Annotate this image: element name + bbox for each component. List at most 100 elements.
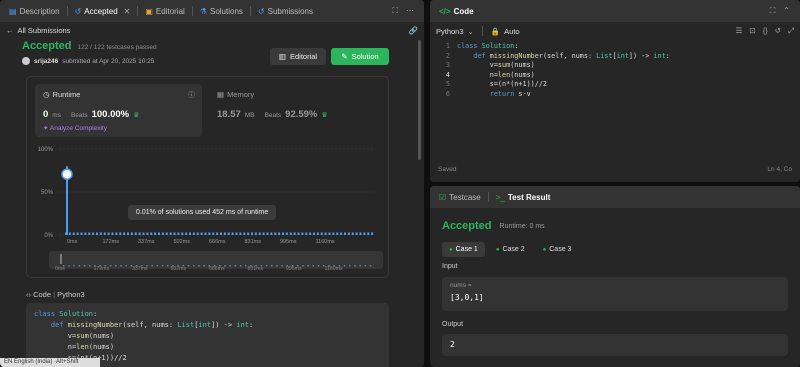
chart-bar xyxy=(223,232,226,235)
chart-bar xyxy=(196,232,199,235)
chart-bar xyxy=(76,232,79,235)
chart-marker xyxy=(61,168,73,180)
y-tick-label: 50% xyxy=(41,190,54,196)
chart-bar xyxy=(239,232,242,235)
chart-bar xyxy=(158,232,160,235)
history-icon: ↺ xyxy=(257,6,265,16)
mini-bar xyxy=(125,265,127,267)
username[interactable]: srija246 xyxy=(34,58,58,65)
mini-bar xyxy=(349,265,351,267)
medal-icon: ♛ xyxy=(133,112,140,119)
test-runtime: Runtime: 0 ms xyxy=(499,222,545,230)
chart-bar xyxy=(84,232,87,235)
more-icon[interactable]: ⋯ xyxy=(406,6,414,16)
mini-bar xyxy=(369,265,372,267)
tab-test-result[interactable]: >_ Test Result xyxy=(491,186,556,208)
case-tab-1[interactable]: ● Case 1 xyxy=(442,242,485,257)
tab-submissions[interactable]: ↺ Submissions xyxy=(253,0,318,22)
chart-bar xyxy=(328,232,331,235)
chevron-down-icon: ⌄ xyxy=(467,26,474,36)
test-status: Accepted xyxy=(442,220,492,232)
scrollbar[interactable] xyxy=(418,40,421,160)
chart-bar xyxy=(192,232,195,235)
chart-bar xyxy=(111,232,114,235)
tab-code[interactable]: </> Code xyxy=(434,0,479,22)
y-tick-label: 0% xyxy=(44,233,53,239)
mode-label[interactable]: Auto xyxy=(504,27,519,36)
case-tab-3[interactable]: ● Case 3 xyxy=(536,242,579,257)
line-number: 3 xyxy=(445,61,450,69)
mini-bar xyxy=(89,265,91,267)
chart-bar xyxy=(169,232,172,235)
note-icon[interactable]: ☰ xyxy=(736,26,743,36)
mini-bar xyxy=(354,265,356,267)
editorial-button[interactable]: ▥ Editorial xyxy=(270,48,326,65)
chart-bar xyxy=(119,232,122,235)
format-icon[interactable]: {} xyxy=(763,26,768,36)
chart-bar xyxy=(363,232,366,235)
bookmark-icon[interactable]: ⊡ xyxy=(749,26,755,36)
chart-bar xyxy=(165,232,168,235)
editorial-icon: ▣ xyxy=(145,6,153,16)
output-label: Output xyxy=(442,321,464,328)
lock-icon: 🔒 xyxy=(490,26,501,36)
chart-bar xyxy=(351,232,354,235)
tab-testcase[interactable]: ☑ Testcase xyxy=(434,186,486,208)
analyze-complexity-link[interactable]: ✦ Analyze Complexity xyxy=(43,124,194,132)
chart-bar xyxy=(88,232,91,235)
code-editor[interactable]: 1 2 3 4 5 6 class Solution: def missingN… xyxy=(430,38,800,158)
back-arrow-icon[interactable]: ← xyxy=(6,26,14,35)
memory-box[interactable]: ▦ Memory 18.57 MB Beats 92.59% ♛ xyxy=(217,90,377,135)
mini-bar xyxy=(271,265,273,267)
output-box: 2 xyxy=(442,334,788,356)
line-number: 2 xyxy=(445,51,450,60)
chart-bar xyxy=(72,232,75,235)
maximize-icon[interactable]: ⛶ xyxy=(770,6,776,16)
close-icon[interactable]: ✕ xyxy=(124,7,131,16)
tab-accepted[interactable]: ↺ Accepted ✕ xyxy=(70,0,136,22)
editor-tools: ⛶ ⌃ xyxy=(770,6,796,16)
description-icon: ▤ xyxy=(9,6,17,16)
language-select[interactable]: Python3 xyxy=(436,27,464,36)
mini-bar xyxy=(276,265,278,267)
chart-bar xyxy=(220,232,222,235)
runtime-beats: 100.00% xyxy=(91,109,130,120)
chart-bar xyxy=(282,232,284,235)
mini-bar xyxy=(156,265,159,267)
collapse-icon[interactable]: ⌃ xyxy=(783,6,790,16)
mini-bar xyxy=(343,265,346,267)
solution-button[interactable]: ✎ Solution xyxy=(331,48,389,65)
case-tab-2[interactable]: ● Case 2 xyxy=(489,242,532,257)
fullscreen-icon[interactable]: ⤢ xyxy=(788,26,794,36)
tab-editorial[interactable]: ▣ Editorial xyxy=(140,0,189,22)
chart-bar xyxy=(324,232,327,235)
input-value: [3,0,1] xyxy=(450,293,484,302)
avatar[interactable] xyxy=(22,57,30,65)
info-icon[interactable]: ⓘ xyxy=(188,90,195,100)
chart-bar xyxy=(227,232,230,235)
mini-bar xyxy=(245,265,247,267)
line-number: 5 xyxy=(445,80,450,88)
maximize-icon[interactable]: ⛶ xyxy=(392,6,398,16)
tab-solutions[interactable]: ⚗ Solutions xyxy=(195,0,248,22)
editor-tabbar: </> Code ⛶ ⌃ xyxy=(430,0,800,22)
mini-bar xyxy=(120,265,122,267)
chart-bar xyxy=(293,232,296,235)
code-line: s=(n*(n+1))//2 xyxy=(457,80,548,88)
mini-bar xyxy=(312,265,315,267)
chart-bar xyxy=(316,232,319,235)
link-icon[interactable]: 🔗 xyxy=(409,26,418,35)
chart-bar xyxy=(181,232,184,235)
x-tick-label: 502ms xyxy=(174,239,191,245)
x-tick-label: 1160ms xyxy=(316,239,335,245)
tab-description[interactable]: ▤ Description xyxy=(4,0,65,22)
all-submissions-link[interactable]: All Submissions xyxy=(18,26,71,35)
test-tabbar: ☑ Testcase >_ Test Result xyxy=(430,186,800,208)
left-tabbar: ▤ Description ↺ Accepted ✕ ▣ Editorial ⚗… xyxy=(0,0,424,22)
mini-bar xyxy=(167,265,169,267)
mini-bar xyxy=(281,265,283,267)
chart-bar xyxy=(254,232,257,235)
keyboard-language-indicator: EN English (India) ·Alt+Shift xyxy=(0,358,100,367)
reset-icon[interactable]: ↺ xyxy=(775,26,781,36)
runtime-box[interactable]: ◷ Runtime ⓘ 0 ms Beats 100.00% ♛ ✦ Analy… xyxy=(35,84,202,137)
